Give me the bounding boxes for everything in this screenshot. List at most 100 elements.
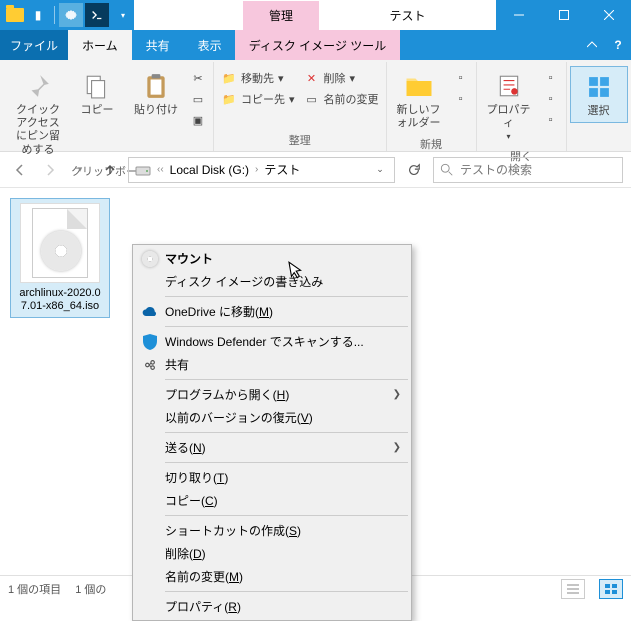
paste-shortcut-button[interactable]: ▣ [186, 110, 210, 130]
back-button[interactable] [8, 158, 32, 182]
moveto-icon: 📁 [221, 70, 237, 86]
delete-button[interactable]: ✕削除 ▾ [300, 68, 383, 88]
easy-access-button[interactable]: ▫ [449, 89, 473, 109]
home-tab[interactable]: ホーム [68, 30, 132, 60]
forward-button[interactable] [38, 158, 62, 182]
ctx-copy[interactable]: コピー(C) [135, 489, 409, 512]
folder-icon [6, 8, 24, 22]
disc-image-tools-tab[interactable]: ディスク イメージ ツール [235, 30, 401, 60]
properties-button[interactable]: プロパティ▾ [480, 66, 538, 146]
history-icon: ▫ [543, 112, 559, 128]
qat-properties-button[interactable] [59, 3, 83, 27]
copy-to-button[interactable]: 📁コピー先 ▾ [217, 89, 299, 109]
open-icon: ▫ [543, 70, 559, 86]
up-button[interactable] [98, 158, 122, 182]
cursor-icon [286, 259, 305, 281]
minimize-button[interactable] [496, 0, 541, 30]
history-button[interactable]: ▫ [539, 110, 563, 130]
paste-button[interactable]: 貼り付け [127, 66, 185, 121]
recent-button[interactable]: ▾ [68, 158, 92, 182]
view-tab[interactable]: 表示 [184, 30, 236, 60]
rename-button[interactable]: ▭名前の変更 [300, 89, 383, 109]
pin-icon [22, 70, 54, 102]
ctx-cut[interactable]: 切り取り(T) [135, 466, 409, 489]
ctx-share[interactable]: 共有 [135, 353, 409, 376]
ctx-burn[interactable]: ディスク イメージの書き込み [135, 270, 409, 293]
address-dropdown[interactable]: ⌄ [368, 158, 392, 182]
new-group-label: 新規 [420, 134, 442, 155]
move-to-button[interactable]: 📁移動先 ▾ [217, 68, 299, 88]
crumb-chevron-1[interactable]: › [255, 164, 258, 175]
file-tab[interactable]: ファイル [0, 30, 68, 60]
window-title: テスト [319, 0, 496, 30]
help-button[interactable]: ? [605, 30, 631, 60]
chevron-right-icon: ❯ [393, 442, 401, 453]
onedrive-icon [141, 303, 159, 321]
context-menu: マウント ディスク イメージの書き込み OneDrive に移動(M) Wind… [132, 244, 412, 621]
status-selected-count: 1 個の [75, 581, 106, 597]
iso-thumbnail [20, 203, 100, 283]
address-box[interactable]: ‹‹ Local Disk (G:) › テスト ⌄ [128, 157, 395, 183]
crumb-root-chevron[interactable]: ‹‹ [157, 164, 164, 175]
share-tab[interactable]: 共有 [132, 30, 184, 60]
ribbon: クイック アクセスにピン留めする コピー 貼り付け ✂ ▭ ▣ クリップボード [0, 60, 631, 152]
share-icon [141, 356, 159, 374]
search-icon [440, 163, 454, 177]
ribbon-tabs: ファイル ホーム 共有 表示 ディスク イメージ ツール ? [0, 30, 631, 60]
rename-icon: ▭ [304, 91, 320, 107]
defender-icon [141, 333, 159, 351]
mount-icon [141, 250, 159, 268]
status-item-count: 1 個の項目 [8, 581, 61, 597]
qat-dropdown-button[interactable]: ▾ [111, 3, 135, 27]
search-input[interactable] [460, 163, 616, 177]
select-button[interactable]: 選択 [570, 66, 628, 123]
crumb-folder[interactable]: テスト [260, 161, 304, 178]
copy-button[interactable]: コピー [68, 66, 126, 121]
properties-icon [493, 70, 525, 102]
ctx-send-to[interactable]: 送る(N) ❯ [135, 436, 409, 459]
paste-icon [140, 70, 172, 102]
maximize-button[interactable] [541, 0, 586, 30]
ribbon-collapse-button[interactable] [579, 30, 605, 60]
new-folder-button[interactable]: 新しいフォルダー [390, 66, 448, 134]
delete-icon: ✕ [304, 70, 320, 86]
ctx-onedrive[interactable]: OneDrive に移動(M) [135, 300, 409, 323]
open-button[interactable]: ▫ [539, 68, 563, 88]
organize-group-label: 整理 [289, 130, 311, 151]
copyto-icon: 📁 [221, 91, 237, 107]
ctx-restore-versions[interactable]: 以前のバージョンの復元(V) [135, 406, 409, 429]
ctx-defender[interactable]: Windows Defender でスキャンする... [135, 330, 409, 353]
easy-access-icon: ▫ [453, 91, 469, 107]
pin-quick-access-button[interactable]: クイック アクセスにピン留めする [9, 66, 67, 161]
cut-button[interactable]: ✂ [186, 68, 210, 88]
details-view-button[interactable] [561, 579, 585, 599]
new-item-icon: ▫ [453, 70, 469, 86]
ctx-open-with[interactable]: プログラムから開く(H) ❯ [135, 383, 409, 406]
ctx-rename[interactable]: 名前の変更(M) [135, 565, 409, 588]
edit-button[interactable]: ▫ [539, 89, 563, 109]
ctx-create-shortcut[interactable]: ショートカットの作成(S) [135, 519, 409, 542]
close-button[interactable] [586, 0, 631, 30]
qat-powershell-button[interactable] [85, 3, 109, 27]
chevron-right-icon: ❯ [393, 389, 401, 400]
disc-icon [41, 231, 81, 271]
shortcut-icon: ▣ [190, 112, 206, 128]
drive-icon [131, 163, 155, 177]
crumb-drive[interactable]: Local Disk (G:) [166, 163, 253, 177]
icons-view-button[interactable] [599, 579, 623, 599]
edit-icon: ▫ [543, 91, 559, 107]
refresh-button[interactable] [401, 157, 427, 183]
context-tab-manage[interactable]: 管理 [243, 1, 319, 30]
ctx-mount[interactable]: マウント [135, 247, 409, 270]
scissors-icon: ✂ [190, 70, 206, 86]
copy-icon [81, 70, 113, 102]
quick-access-toolbar: ▮ ▾ [0, 0, 144, 30]
search-box[interactable] [433, 157, 623, 183]
copy-path-button[interactable]: ▭ [186, 89, 210, 109]
ctx-delete[interactable]: 削除(D) [135, 542, 409, 565]
ctx-properties[interactable]: プロパティ(R) [135, 595, 409, 618]
file-item-selected[interactable]: archlinux-2020.07.01-x86_64.iso [10, 198, 110, 318]
new-folder-icon [403, 70, 435, 102]
qat-pin-button[interactable]: ▮ [26, 3, 50, 27]
new-item-button[interactable]: ▫ [449, 68, 473, 88]
